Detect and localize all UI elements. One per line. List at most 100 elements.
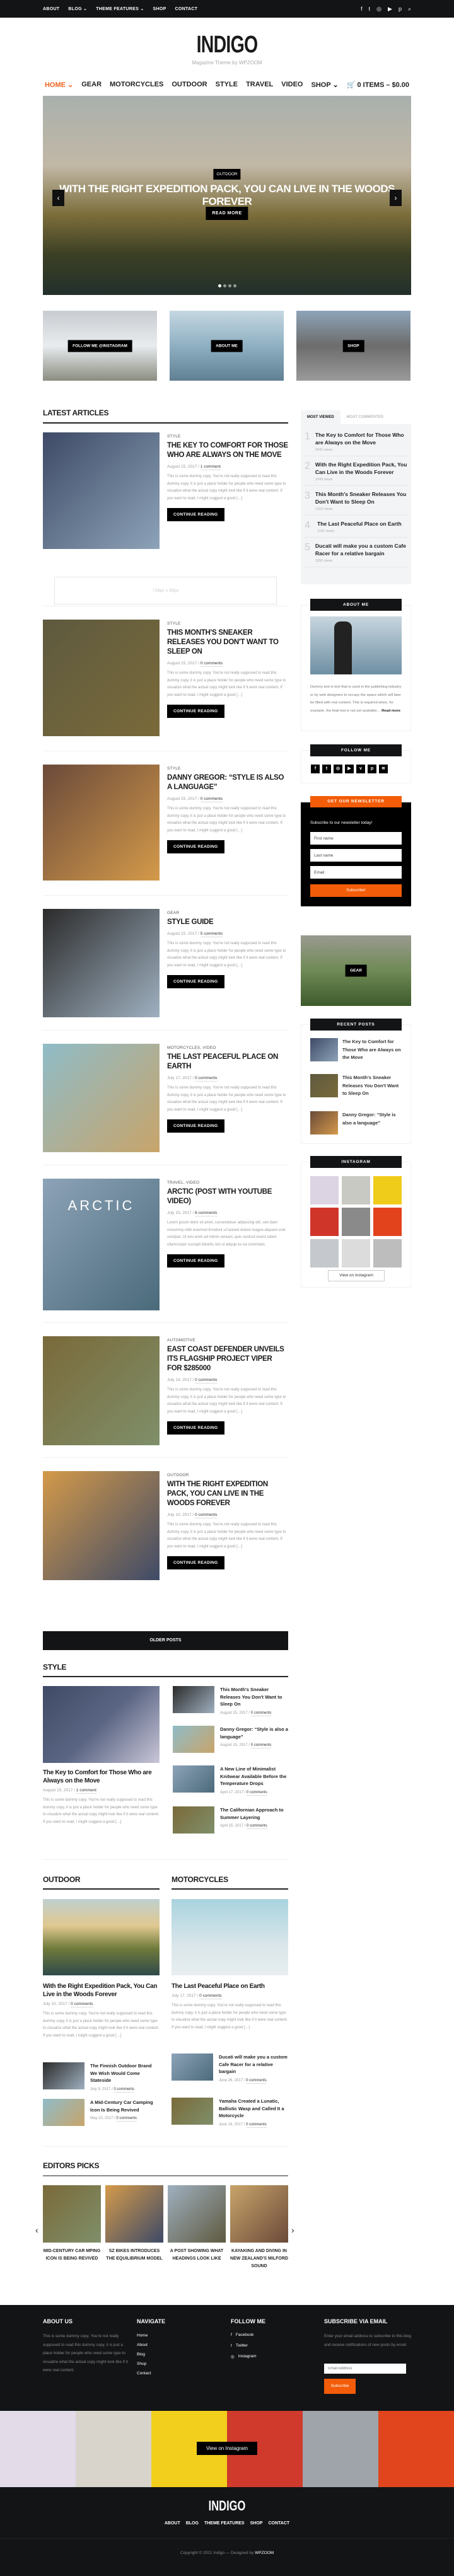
youtube-icon[interactable]: ▶ [345, 765, 354, 773]
list-post-title[interactable]: Yamaha Created a Lunatic, Ballistic Wasp… [219, 2098, 288, 2120]
top-menu-item[interactable]: THEME FEATURES ⌄ [96, 6, 144, 11]
article-image[interactable] [43, 765, 160, 881]
comments-link[interactable]: 1 comment [76, 1788, 96, 1794]
next-slide-arrow-icon[interactable]: › [390, 190, 402, 206]
popular-title[interactable]: The Key to Comfort for Those Who are Alw… [315, 431, 407, 446]
list-post-item[interactable]: This Month's Sneaker Releases You Don't … [173, 1686, 289, 1716]
popular-title[interactable]: With the Right Expedition Pack, You Can … [315, 461, 407, 476]
motorcycles-feature-title[interactable]: The Last Peaceful Place on Earth [172, 1982, 288, 1990]
youtube-icon[interactable]: ▶ [388, 6, 392, 13]
top-menu-item[interactable]: CONTACT [175, 7, 198, 11]
footer-social-link[interactable]: ◎ Instagram [231, 2354, 257, 2359]
hero-title[interactable]: WITH THE RIGHT EXPEDITION PACK, YOU CAN … [43, 183, 411, 208]
slider-dot[interactable] [228, 284, 231, 287]
footer-nav-item[interactable]: SHOP [250, 2521, 263, 2526]
comments-link[interactable]: 0 comments [71, 2002, 93, 2007]
comments-link[interactable]: 0 comments [116, 2117, 137, 2122]
top-menu-item[interactable]: ABOUT [43, 7, 59, 11]
footer-instagram-photo[interactable] [378, 2411, 454, 2487]
comments-link[interactable]: 0 comments [250, 1711, 272, 1716]
list-post-item[interactable]: Ducati will make you a custom Cafe Racer… [172, 2053, 288, 2084]
comments-link[interactable]: 0 comments [246, 2078, 267, 2084]
footer-social-link[interactable]: t Twitter [231, 2343, 257, 2348]
hero-category[interactable]: OUTDOOR [213, 169, 241, 180]
article-category[interactable]: STYLE [167, 434, 288, 439]
subscribe-button[interactable]: Subscribe! [310, 884, 402, 897]
article-title[interactable]: WITH THE RIGHT EXPEDITION PACK, YOU CAN … [167, 1480, 288, 1508]
nav-item-style[interactable]: STYLE [216, 81, 238, 89]
article-image[interactable] [43, 909, 160, 1017]
popular-title[interactable]: The Last Peaceful Place on Earth [317, 520, 402, 528]
list-post-title[interactable]: Ducati will make you a custom Cafe Racer… [219, 2053, 288, 2076]
promo-tile[interactable]: ABOUT ME [170, 311, 284, 381]
popular-title[interactable]: Ducati will make you a custom Cafe Racer… [315, 542, 407, 557]
popular-item[interactable]: 4 The Last Peaceful Place on Earth 1102 vi… [305, 516, 407, 538]
search-icon[interactable]: ⌕ [408, 6, 411, 13]
tab-most-commented[interactable]: MOST COMMENTED [340, 410, 390, 424]
article-image[interactable] [43, 432, 160, 549]
footer-email-input[interactable] [324, 2364, 406, 2374]
comments-link[interactable]: 0 comments [200, 797, 223, 802]
nav-item-home[interactable]: HOME ⌄ [45, 81, 73, 89]
popular-item[interactable]: 2 With the Right Expedition Pack, You Can… [305, 456, 407, 486]
list-post-title[interactable]: A Mid-Century Car Camping Icon Is Being … [90, 2099, 160, 2113]
carousel-next-icon[interactable]: › [291, 2225, 294, 2235]
popular-title[interactable]: This Month's Sneaker Releases You Don't … [315, 490, 407, 505]
article-category[interactable]: MOTORCYCLES, VIDEO [167, 1046, 288, 1050]
footer-logo[interactable]: INDIGO [57, 2498, 397, 2514]
list-post-item[interactable]: The Californian Approach to Summer Layer… [173, 1806, 289, 1834]
slider-dot[interactable] [223, 284, 226, 287]
hero-slider[interactable]: OUTDOOR WITH THE RIGHT EXPEDITION PACK, … [43, 96, 411, 295]
recent-post-item[interactable]: This Month's Sneaker Releases You Don't … [310, 1074, 402, 1098]
list-post-item[interactable]: Yamaha Created a Lunatic, Ballistic Wasp… [172, 2098, 288, 2128]
article-image[interactable]: ARCTIC [43, 1179, 160, 1310]
editors-pick-item[interactable]: A POST SHOWING WHAT HEADINGS LOOK LIKE [168, 2185, 226, 2263]
footer-nav-link[interactable]: Blog [137, 2352, 151, 2357]
style-feature-title[interactable]: The Key to Comfort for Those Who are Alw… [43, 1769, 160, 1785]
recent-post-title[interactable]: The Key to Comfort for Those Who are Alw… [342, 1038, 402, 1062]
comments-link[interactable]: 6 comments [195, 1211, 218, 1216]
footer-nav-link[interactable]: Shop [137, 2362, 151, 2366]
article-image[interactable] [43, 1471, 160, 1580]
comments-link[interactable]: 0 comments [114, 2087, 135, 2093]
list-post-title[interactable]: A New Line of Minimalist Knitwear Availa… [220, 1765, 289, 1788]
pinterest-icon[interactable]: p [368, 765, 376, 773]
last-name-input[interactable] [310, 849, 402, 862]
gear-tile[interactable]: GEAR [301, 935, 411, 1006]
top-menu-item[interactable]: BLOG ⌄ [68, 6, 87, 11]
style-feature-image[interactable] [43, 1686, 160, 1763]
instagram-icon[interactable]: ◎ [376, 6, 381, 13]
editors-pick-item[interactable]: KAYAKING AND DIVING IN NEW ZEALAND'S MIL… [230, 2185, 288, 2270]
footer-nav-item[interactable]: CONTACT [268, 2521, 289, 2526]
comments-link[interactable]: 0 comments [199, 1994, 222, 1999]
older-posts-button[interactable]: OLDER POSTS [43, 1631, 288, 1650]
article-category[interactable]: TRAVEL, VIDEO [167, 1181, 288, 1185]
continue-reading-button[interactable]: CONTINUE READING [167, 1254, 224, 1268]
article-image[interactable] [43, 620, 160, 736]
article-title[interactable]: THE KEY TO COMFORT FOR THOSE WHO ARE ALW… [167, 441, 288, 460]
instagram-icon[interactable]: ◎ [334, 765, 342, 773]
slider-dot[interactable] [218, 284, 221, 287]
footer-instagram-photo[interactable] [76, 2411, 151, 2487]
continue-reading-button[interactable]: CONTINUE READING [167, 1556, 224, 1569]
editors-pick-title[interactable]: MID-CENTURY CAR MPING ICON IS BEING REVI… [43, 2248, 101, 2263]
continue-reading-button[interactable]: CONTINUE READING [167, 975, 224, 988]
list-post-item[interactable]: A Mid-Century Car Camping Icon Is Being … [43, 2099, 160, 2126]
email-input[interactable] [310, 866, 402, 879]
instagram-photo[interactable] [310, 1176, 339, 1204]
motorcycles-feature-image[interactable] [172, 1899, 288, 1975]
footer-nav-item[interactable]: THEME FEATURES [204, 2521, 245, 2526]
list-post-title[interactable]: The Californian Approach to Summer Layer… [220, 1806, 289, 1821]
recent-post-item[interactable]: Danny Gregor: “Style is also a language” [310, 1111, 402, 1135]
footer-nav-item[interactable]: ABOUT [165, 2521, 180, 2526]
prev-slide-arrow-icon[interactable]: ‹ [52, 190, 64, 206]
list-post-item[interactable]: Danny Gregor: “Style is also a language”… [173, 1726, 289, 1753]
slider-dot[interactable] [233, 284, 236, 287]
popular-item[interactable]: 1 The Key to Comfort for Those Who are Al… [305, 427, 407, 456]
footer-subscribe-button[interactable]: Subscribe [324, 2379, 356, 2394]
footer-nav-item[interactable]: BLOG [186, 2521, 199, 2526]
article-title[interactable]: THE LAST PEACEFUL PLACE ON EARTH [167, 1053, 288, 1071]
article-title[interactable]: STYLE GUIDE [167, 918, 288, 927]
instagram-photo[interactable] [373, 1176, 402, 1204]
comments-link[interactable]: 0 comments [195, 1378, 218, 1383]
